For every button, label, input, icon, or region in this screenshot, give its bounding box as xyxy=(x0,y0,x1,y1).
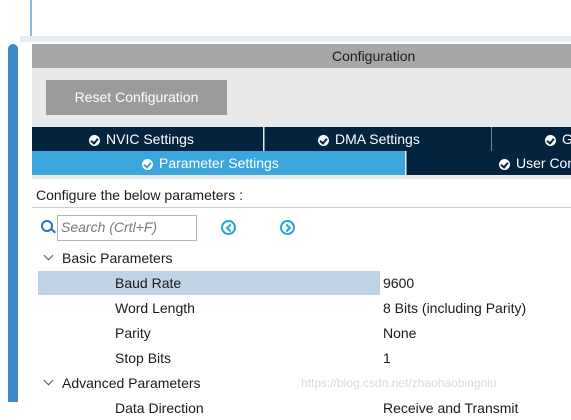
param-row-word-length[interactable]: Word Length 8 Bits (including Parity) xyxy=(38,296,571,320)
scrollbar-track[interactable] xyxy=(0,0,20,402)
group-label: Advanced Parameters xyxy=(62,375,201,391)
param-row-parity[interactable]: Parity None xyxy=(38,321,571,345)
param-row-baud-rate[interactable]: Baud Rate 9600 xyxy=(38,271,571,295)
check-circle-icon xyxy=(318,134,329,146)
param-value[interactable]: 8 Bits (including Parity) xyxy=(383,300,526,316)
tab-label: User Constants xyxy=(516,155,571,171)
configuration-title: Configuration xyxy=(332,48,416,64)
scrollbar-thumb[interactable] xyxy=(8,44,18,402)
reset-configuration-button[interactable]: Reset Configuration xyxy=(46,80,227,115)
search-icon xyxy=(41,220,53,232)
tab-user-constants[interactable]: User Constants xyxy=(406,151,571,175)
configuration-header: Configuration xyxy=(32,44,571,68)
group-label: Basic Parameters xyxy=(62,250,173,266)
check-circle-icon xyxy=(499,158,510,170)
tab-parameter-settings[interactable]: Parameter Settings xyxy=(32,151,405,175)
param-value[interactable]: None xyxy=(383,325,416,341)
search-input[interactable] xyxy=(58,216,191,238)
tab-nvic-settings[interactable]: NVIC Settings xyxy=(32,127,263,151)
next-result-icon[interactable] xyxy=(280,220,295,235)
tab-label: DMA Settings xyxy=(335,131,420,147)
param-row-data-direction[interactable]: Data Direction Receive and Transmit xyxy=(38,396,571,420)
pane-divider[interactable] xyxy=(20,36,571,42)
search-field[interactable] xyxy=(57,215,197,241)
param-row-stop-bits[interactable]: Stop Bits 1 xyxy=(38,346,571,370)
tab-row-2: Parameter Settings User Constants xyxy=(32,151,571,175)
watermark: https://blog.csdn.net/zhaohaobingniu xyxy=(301,376,497,390)
chevron-down-icon[interactable] xyxy=(43,375,54,386)
param-name: Stop Bits xyxy=(115,350,172,366)
check-circle-icon xyxy=(89,134,100,146)
check-circle-icon xyxy=(142,158,153,170)
tab-gpio-settings[interactable]: GPIO Settings xyxy=(491,127,571,151)
configure-hint: Configure the below parameters : xyxy=(36,187,243,203)
top-pane xyxy=(20,0,571,36)
param-name: Baud Rate xyxy=(115,275,182,291)
param-value[interactable]: 1 xyxy=(383,350,391,366)
divider xyxy=(32,207,571,208)
param-value[interactable]: 9600 xyxy=(383,275,414,291)
param-name: Word Length xyxy=(115,300,195,316)
check-circle-icon xyxy=(545,134,556,146)
pane-border xyxy=(30,0,32,36)
chevron-down-icon[interactable] xyxy=(43,250,54,261)
previous-result-icon[interactable] xyxy=(221,220,236,235)
tab-dma-settings[interactable]: DMA Settings xyxy=(264,127,491,151)
tab-label: Parameter Settings xyxy=(159,155,279,171)
group-basic-parameters[interactable]: Basic Parameters xyxy=(32,246,571,270)
param-name: Data Direction xyxy=(115,400,204,416)
tab-label: NVIC Settings xyxy=(106,131,194,147)
tab-label: GPIO Settings xyxy=(562,131,571,147)
param-name: Parity xyxy=(115,325,151,341)
param-value[interactable]: Receive and Transmit xyxy=(383,400,518,416)
tab-row-1: NVIC Settings DMA Settings GPIO Settings xyxy=(32,127,571,151)
